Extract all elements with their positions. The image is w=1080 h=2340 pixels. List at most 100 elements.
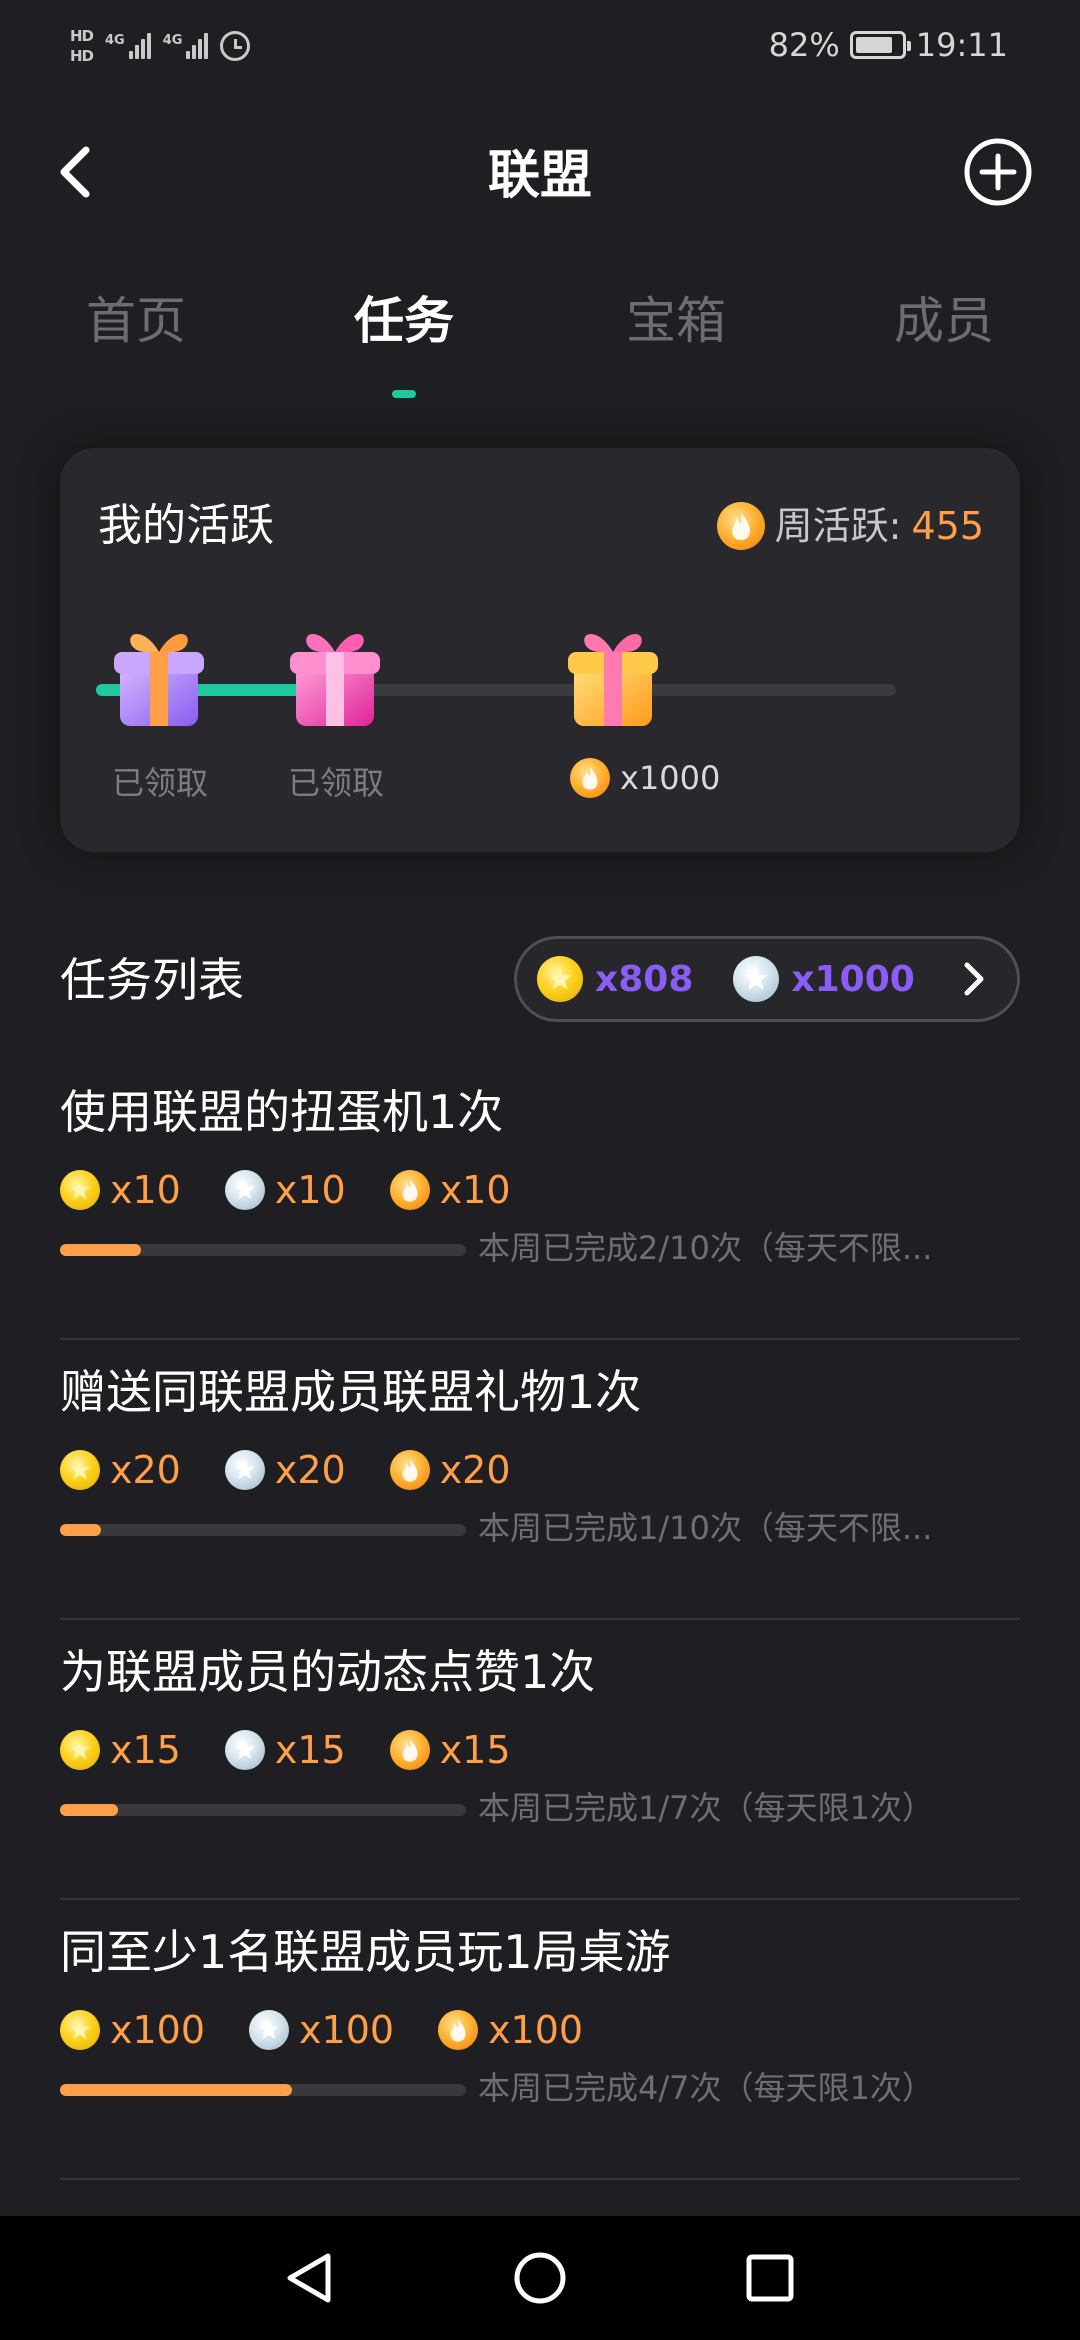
task-rewards: x100 x100 x100 bbox=[60, 2000, 627, 2060]
task-progress-track bbox=[60, 1804, 466, 1816]
flame-coin-icon bbox=[438, 2010, 479, 2050]
task-item[interactable]: 使用联盟的扭蛋机1次 x10 x10 x10 本周已完成2/10次（每天不限..… bbox=[60, 1060, 1020, 1340]
add-button[interactable] bbox=[962, 136, 1034, 208]
task-title: 为联盟成员的动态点赞1次 bbox=[60, 1645, 596, 1699]
gold-balance-value: x808 bbox=[595, 958, 694, 1000]
task-rewards: x10 x10 x10 bbox=[60, 1160, 555, 1220]
silver-reward-value: x20 bbox=[274, 1448, 346, 1492]
silver-reward: x20 bbox=[224, 1448, 346, 1492]
task-title: 赠送同联盟成员联盟礼物1次 bbox=[60, 1365, 642, 1419]
hd-icon: HD bbox=[70, 47, 94, 65]
silver-reward: x10 bbox=[224, 1168, 346, 1212]
task-rewards: x20 x20 x20 bbox=[60, 1440, 555, 1500]
task-list-title: 任务列表 bbox=[60, 953, 244, 1007]
milestone-status: 已领取 bbox=[111, 764, 208, 802]
gold-reward-value: x15 bbox=[110, 1728, 181, 1772]
task-item[interactable]: 同至少1名联盟成员玩1局桌游 x100 x100 x100 本周已完成4/7次（… bbox=[60, 1900, 1020, 2180]
task-progress-fill bbox=[60, 1524, 101, 1536]
header: 联盟 bbox=[0, 120, 1080, 230]
hd-indicators: HD HD bbox=[70, 28, 94, 65]
silver-reward: x15 bbox=[224, 1728, 346, 1772]
flame-reward-value: x20 bbox=[439, 1448, 511, 1492]
gold-reward-value: x10 bbox=[110, 1168, 181, 1212]
nav-back-button[interactable] bbox=[248, 2216, 368, 2340]
task-progress-fill bbox=[60, 1804, 118, 1816]
gold-coin-icon bbox=[60, 2010, 100, 2050]
system-navigation-bar bbox=[0, 2216, 1080, 2340]
silver-reward: x100 bbox=[249, 2008, 394, 2052]
milestone-status: 已领取 bbox=[287, 764, 384, 802]
gold-reward: x15 bbox=[60, 1728, 181, 1772]
task-progress-text: 本周已完成2/10次（每天不限... bbox=[478, 1229, 933, 1267]
page-title: 联盟 bbox=[487, 146, 592, 206]
battery-icon bbox=[849, 31, 911, 59]
gift-box-icon[interactable] bbox=[104, 616, 214, 736]
silver-coin-icon bbox=[733, 956, 780, 1002]
gift-box-icon[interactable] bbox=[280, 616, 390, 736]
tab-chest[interactable]: 宝箱 bbox=[576, 286, 776, 356]
task-title: 同至少1名联盟成员玩1局桌游 bbox=[60, 1925, 671, 1979]
network-type-label: 4G bbox=[162, 33, 183, 48]
network-type-label: 4G bbox=[105, 33, 125, 48]
battery-percent: 82% bbox=[768, 26, 840, 64]
silver-coin-icon bbox=[224, 1730, 265, 1770]
weekly-activity: 周活跃: 455 bbox=[716, 500, 984, 552]
status-right: 82% 19:11 bbox=[769, 20, 1008, 70]
flame-coin-icon bbox=[389, 1170, 430, 1210]
gold-coin-icon bbox=[60, 1450, 100, 1490]
active-tab-indicator bbox=[392, 390, 416, 398]
tab-members[interactable]: 成员 bbox=[844, 286, 1044, 356]
triangle-back-icon bbox=[287, 2253, 331, 2303]
gold-balance: x808 bbox=[537, 956, 693, 1002]
task-progress-text: 本周已完成1/7次（每天限1次） bbox=[478, 1789, 934, 1827]
status-left: HD HD 4G 4G bbox=[70, 16, 251, 76]
activity-title: 我的活跃 bbox=[98, 500, 274, 551]
task-progress-fill bbox=[60, 2084, 292, 2096]
currency-balance-button[interactable]: x808 x1000 bbox=[514, 936, 1020, 1022]
tab-tasks[interactable]: 任务 bbox=[304, 286, 504, 356]
clock: 19:11 bbox=[915, 26, 1008, 64]
task-progress-text: 本周已完成1/10次（每天不限... bbox=[478, 1509, 933, 1547]
status-bar: HD HD 4G 4G 82% 19:11 bbox=[0, 0, 1080, 88]
activity-card: 我的活跃 周活跃: 455 已领取 已领取 x1000 bbox=[60, 448, 1020, 852]
silver-balance: x1000 bbox=[733, 956, 915, 1002]
flame-coin-icon bbox=[716, 502, 765, 550]
task-progress-track bbox=[60, 1244, 466, 1256]
flame-reward: x100 bbox=[438, 2008, 583, 2052]
circle-home-icon bbox=[514, 2252, 566, 2304]
nav-home-button[interactable] bbox=[480, 2216, 600, 2340]
milestone-reward-value: x1000 bbox=[620, 759, 721, 797]
gold-reward: x20 bbox=[60, 1448, 181, 1492]
task-progress-text: 本周已完成4/7次（每天限1次） bbox=[478, 2069, 934, 2107]
task-item[interactable]: 为联盟成员的动态点赞1次 x15 x15 x15 本周已完成1/7次（每天限1次… bbox=[60, 1620, 1020, 1900]
gold-coin-icon bbox=[537, 956, 583, 1002]
task-progress-track bbox=[60, 1524, 466, 1536]
weekly-activity-value: 455 bbox=[911, 504, 984, 548]
flame-coin-icon bbox=[389, 1730, 430, 1770]
signal-icon: 4G bbox=[163, 33, 209, 59]
activity-progress-track bbox=[96, 684, 896, 696]
flame-reward-value: x10 bbox=[439, 1168, 511, 1212]
task-item[interactable]: 赠送同联盟成员联盟礼物1次 x20 x20 x20 本周已完成1/10次（每天不… bbox=[60, 1340, 1020, 1620]
gift-box-icon[interactable] bbox=[558, 616, 668, 736]
tab-home[interactable]: 首页 bbox=[36, 286, 236, 356]
flame-reward: x15 bbox=[389, 1728, 511, 1772]
flame-reward-value: x15 bbox=[439, 1728, 511, 1772]
gold-reward: x10 bbox=[60, 1168, 181, 1212]
task-title: 使用联盟的扭蛋机1次 bbox=[60, 1085, 504, 1139]
gold-reward-value: x100 bbox=[110, 2008, 206, 2052]
add-circle-icon bbox=[964, 138, 1032, 206]
flame-reward: x20 bbox=[389, 1448, 511, 1492]
task-progress-fill bbox=[60, 1244, 142, 1256]
silver-coin-icon bbox=[224, 1170, 265, 1210]
flame-coin-icon bbox=[389, 1450, 430, 1490]
nav-recents-button[interactable] bbox=[710, 2216, 830, 2340]
silver-reward-value: x10 bbox=[274, 1168, 346, 1212]
gold-coin-icon bbox=[60, 1730, 100, 1770]
signal-icon: 4G bbox=[105, 33, 151, 59]
tab-bar: 首页 任务 宝箱 成员 bbox=[0, 286, 1080, 406]
flame-coin-icon bbox=[570, 758, 610, 798]
milestone-reward: x1000 bbox=[570, 758, 720, 798]
silver-reward-value: x15 bbox=[274, 1728, 346, 1772]
chevron-right-icon bbox=[964, 962, 984, 996]
